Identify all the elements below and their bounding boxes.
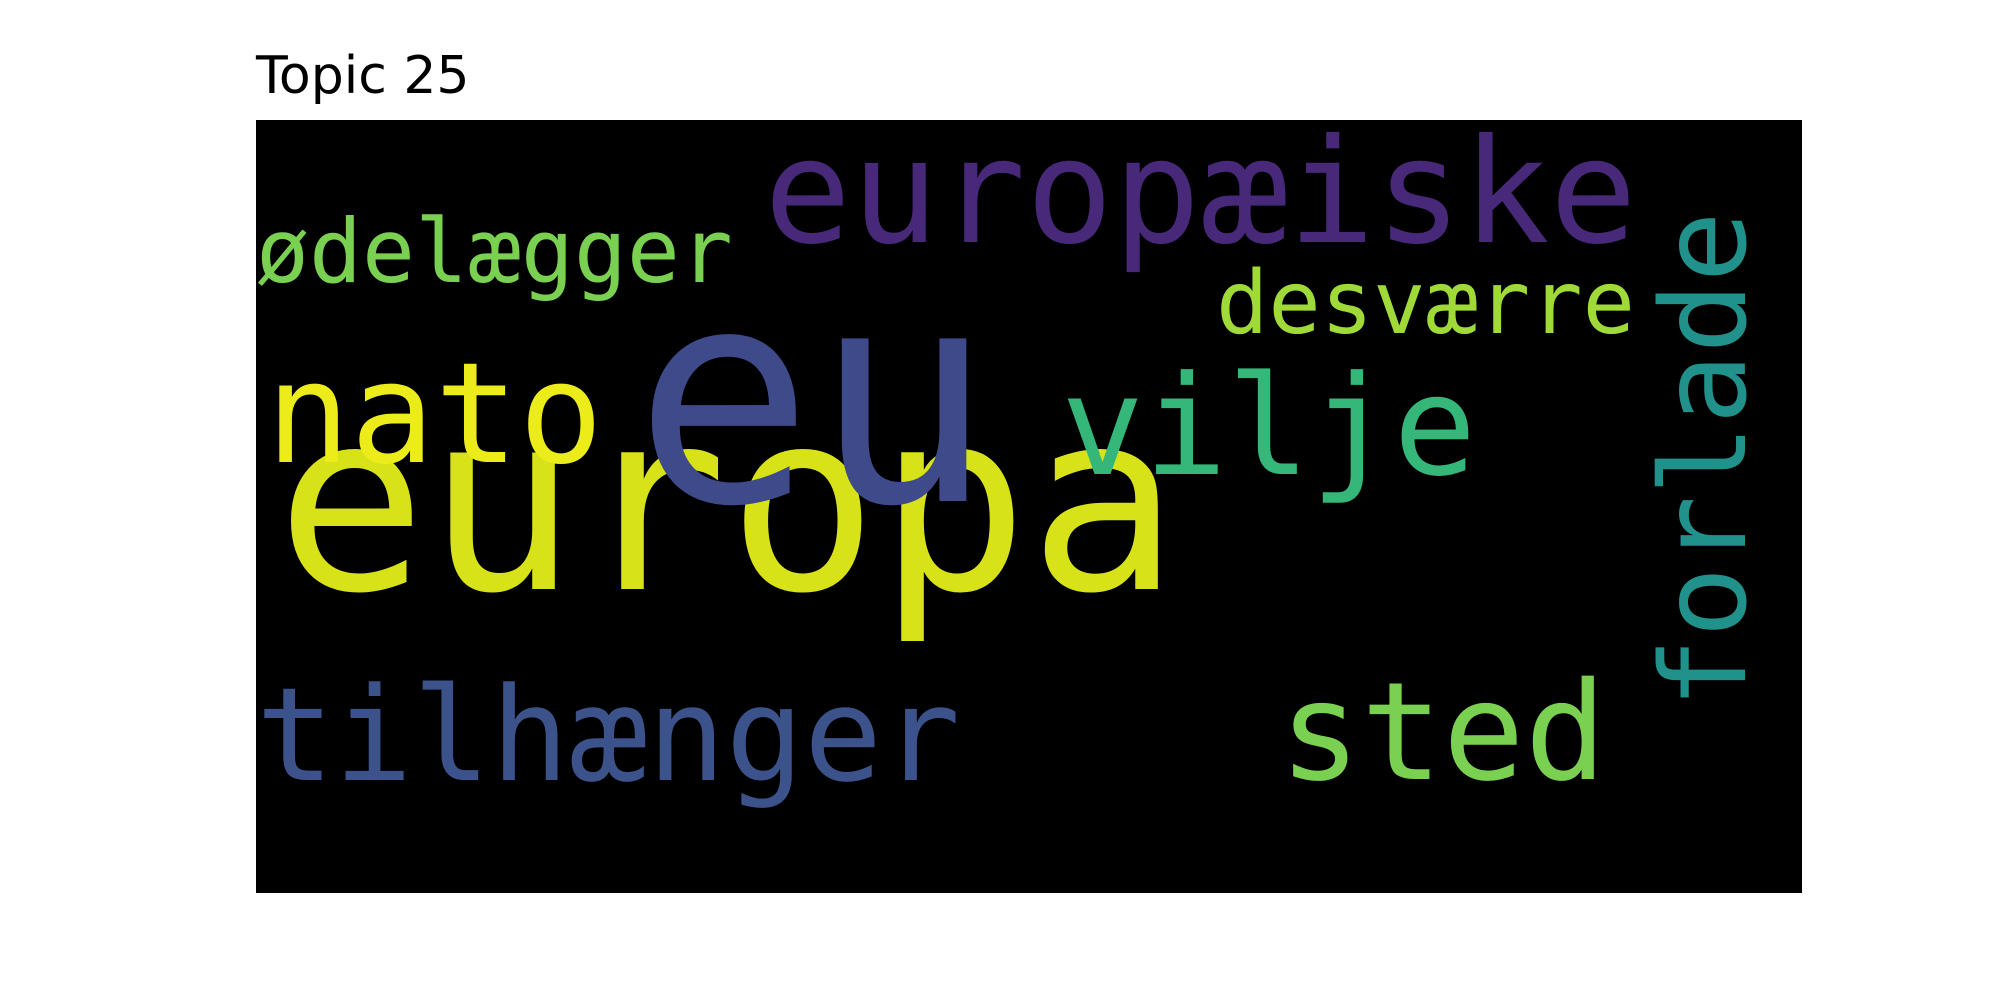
wordcloud-canvas: europa eu europæiske ødelægger desværre … — [256, 120, 1802, 893]
word-europaeiske: europæiske — [764, 120, 1637, 277]
word-odelaegger: ødelægger — [256, 200, 733, 303]
word-forlade: forlade — [1635, 211, 1773, 709]
word-nato: nato — [266, 333, 604, 496]
word-desvaerre: desværre — [1216, 252, 1636, 354]
word-vilje: vilje — [1061, 346, 1477, 507]
wordcloud-title: Topic 25 — [256, 46, 470, 106]
word-tilhaenger: tilhænger — [256, 659, 961, 811]
word-sted: sted — [1279, 654, 1607, 812]
